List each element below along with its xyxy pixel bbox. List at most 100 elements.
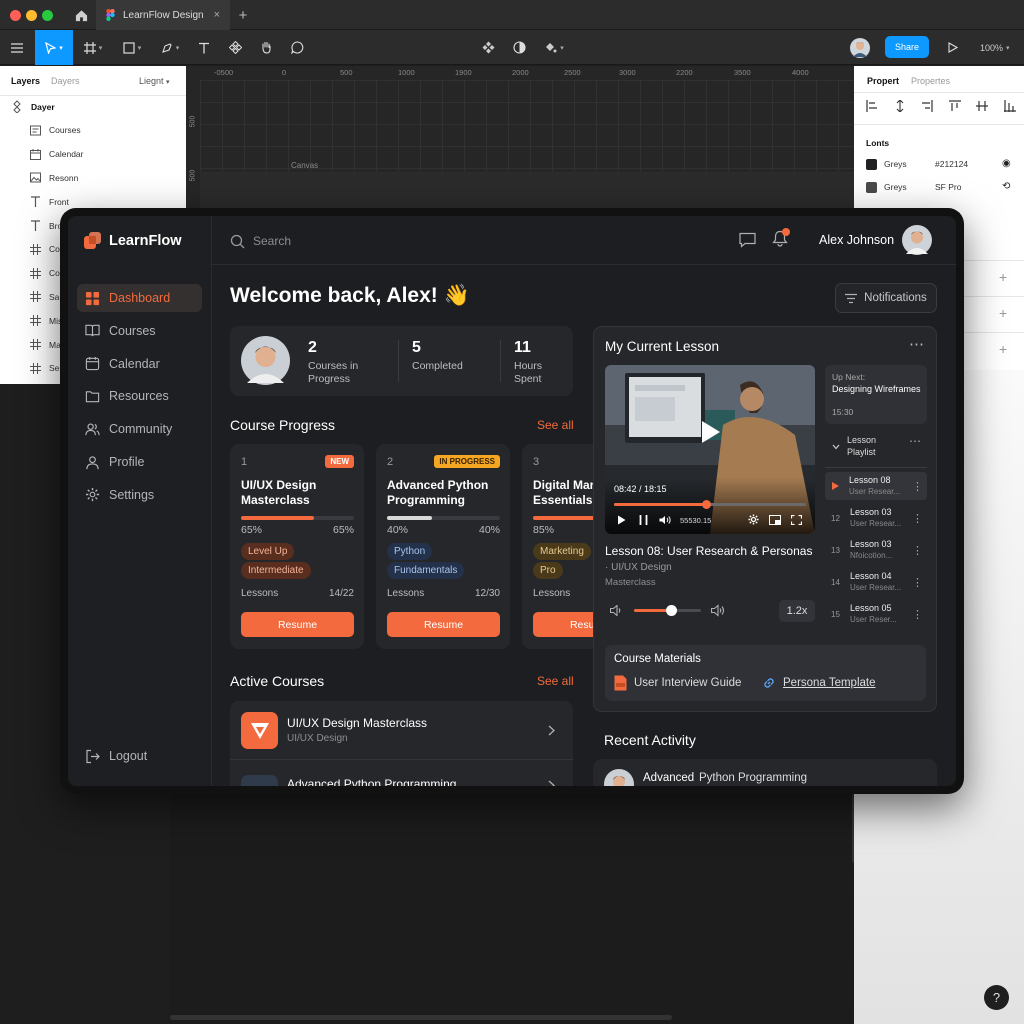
nav-item-profile[interactable]: Profile: [77, 448, 202, 476]
chevron-right-icon[interactable]: [548, 780, 555, 786]
close-tab-icon[interactable]: ×: [214, 9, 220, 21]
fullscreen-icon[interactable]: [791, 515, 802, 525]
activity-item-title[interactable]: Advanced: [643, 772, 694, 784]
share-button[interactable]: Share: [885, 36, 929, 58]
notifications-button[interactable]: Notifications: [835, 283, 937, 313]
gear-icon[interactable]: [748, 514, 759, 525]
playlist-more-icon[interactable]: ⋮: [912, 544, 923, 557]
logout-button[interactable]: Logout: [77, 742, 202, 770]
user-avatar-image[interactable]: [902, 225, 932, 255]
resume-button[interactable]: Resume: [533, 612, 593, 637]
chevron-right-icon[interactable]: [548, 725, 555, 736]
add-section-button[interactable]: +: [999, 341, 1007, 357]
course-progress-card[interactable]: 1 NEW UI/UX Design Masterclass 65% 65% Level …: [230, 444, 364, 649]
video-progress-track[interactable]: [614, 500, 806, 509]
mask-tool[interactable]: [509, 30, 529, 65]
align-right-icon[interactable]: [921, 100, 933, 112]
align-middle-icon[interactable]: [976, 100, 989, 112]
fill-tool[interactable]: ▾: [540, 30, 568, 65]
active-course-row[interactable]: Advanced Python Programming: [230, 761, 573, 786]
playlist-item[interactable]: Lesson 08 User Resear... ⋮: [825, 472, 927, 500]
playlist-more-icon[interactable]: ⋯: [909, 434, 921, 448]
maximize-window-button[interactable]: [42, 10, 53, 21]
frame-tool[interactable]: ▾: [80, 30, 106, 65]
tab-layers[interactable]: Layers: [11, 76, 40, 86]
nav-item-calendar[interactable]: Calendar: [77, 350, 202, 378]
align-center-vertical-icon[interactable]: [894, 100, 906, 112]
pen-tool[interactable]: ▾: [156, 30, 184, 65]
link-icon[interactable]: ⟲: [1002, 181, 1010, 192]
help-button[interactable]: ?: [984, 985, 1009, 1010]
move-tool[interactable]: ▾: [35, 30, 73, 65]
minimize-window-button[interactable]: [26, 10, 37, 21]
picture-in-picture-icon[interactable]: [769, 515, 781, 525]
tab-property[interactable]: Propert: [867, 76, 899, 86]
layer-item[interactable]: Dayer: [0, 95, 186, 118]
brand[interactable]: LearnFlow: [84, 232, 182, 249]
close-window-button[interactable]: [10, 10, 21, 21]
video-scrubber[interactable]: [702, 500, 712, 509]
eye-icon[interactable]: ◉: [1002, 158, 1011, 169]
see-all-active-link[interactable]: See all: [537, 674, 574, 688]
playback-speed-button[interactable]: 1.2x: [779, 600, 815, 622]
material-link-persona-template[interactable]: Persona Template: [762, 676, 875, 690]
hand-tool[interactable]: [256, 30, 276, 65]
resume-button[interactable]: Resume: [241, 612, 354, 637]
user-avatar[interactable]: [847, 30, 873, 65]
layer-item[interactable]: Resonn: [0, 166, 186, 189]
align-top-icon[interactable]: [948, 100, 961, 112]
playlist-item[interactable]: 14 Lesson 04 User Resear... ⋮: [825, 568, 927, 596]
play-button[interactable]: [696, 417, 726, 447]
playlist-item[interactable]: 12 Lesson 03 User Resear... ⋮: [825, 504, 927, 532]
playlist-more-icon[interactable]: ⋮: [912, 480, 923, 493]
resume-button[interactable]: Resume: [387, 612, 500, 637]
volume-knob[interactable]: [665, 605, 677, 616]
playlist-item[interactable]: 15 Lesson 05 User Reser... ⋮: [825, 600, 927, 628]
distribute-icon[interactable]: [1003, 100, 1016, 112]
active-course-row[interactable]: UI/UX Design Masterclass UI/UX Design: [230, 701, 573, 760]
playlist-more-icon[interactable]: ⋮: [912, 512, 923, 525]
notifications-bell[interactable]: [772, 228, 790, 248]
shape-tool[interactable]: ▾: [118, 30, 146, 65]
video-player[interactable]: 08:42 / 18:15 55530.15: [605, 365, 815, 534]
style-row[interactable]: Greys #212124 ◉: [866, 158, 1014, 172]
course-progress-card[interactable]: 2 IN PROGRESS Advanced Python Programming 4…: [376, 444, 510, 649]
see-all-courses-link[interactable]: See all: [537, 418, 574, 432]
volume-high-icon[interactable]: [711, 604, 727, 617]
playlist-header[interactable]: Lesson Playlist ⋯: [825, 434, 927, 468]
nav-item-dashboard[interactable]: Dashboard: [77, 284, 202, 312]
volume-low-icon[interactable]: [610, 605, 623, 616]
design-canvas-lower[interactable]: [170, 793, 862, 1024]
layer-item[interactable]: Courses: [0, 119, 186, 142]
text-tool[interactable]: [194, 30, 214, 65]
nav-item-courses[interactable]: Courses: [77, 317, 202, 345]
volume-slider[interactable]: [634, 605, 701, 616]
horizontal-scrollbar[interactable]: [170, 1015, 672, 1020]
present-button[interactable]: [943, 30, 963, 65]
pause-icon[interactable]: [639, 515, 648, 525]
course-progress-card[interactable]: 3 Digital Marketing Essentials 85% Marketin…: [522, 444, 593, 649]
style-row[interactable]: Greys SF Pro ⟲: [866, 181, 1014, 195]
nav-item-resources[interactable]: Resources: [77, 382, 202, 410]
new-tab-button[interactable]: +: [232, 0, 254, 30]
align-left-icon[interactable]: [866, 100, 878, 112]
material-link-interview-guide[interactable]: User Interview Guide: [614, 675, 741, 691]
tab-dayers[interactable]: Dayers: [51, 76, 80, 86]
playlist-more-icon[interactable]: ⋮: [912, 576, 923, 589]
add-section-button[interactable]: +: [999, 305, 1007, 321]
nav-item-community[interactable]: Community: [77, 415, 202, 443]
search-input[interactable]: Search: [230, 230, 430, 252]
file-tab[interactable]: LearnFlow Design ×: [96, 0, 230, 30]
playlist-item[interactable]: 13 Lesson 03 Nfoicotion... ⋮: [825, 536, 927, 564]
zoom-dropdown[interactable]: 100% ▾: [980, 30, 1010, 65]
main-menu-button[interactable]: [4, 30, 30, 65]
design-canvas[interactable]: Canvas: [200, 80, 854, 210]
layer-item[interactable]: Calendar: [0, 143, 186, 166]
volume-icon[interactable]: [659, 515, 671, 525]
nav-item-settings[interactable]: Settings: [77, 481, 202, 509]
add-section-button[interactable]: +: [999, 269, 1007, 285]
user-name[interactable]: Alex Johnson: [819, 233, 894, 247]
home-tab[interactable]: [66, 0, 96, 30]
tab-properties[interactable]: Propertes: [911, 76, 950, 86]
comment-tool[interactable]: [287, 30, 307, 65]
